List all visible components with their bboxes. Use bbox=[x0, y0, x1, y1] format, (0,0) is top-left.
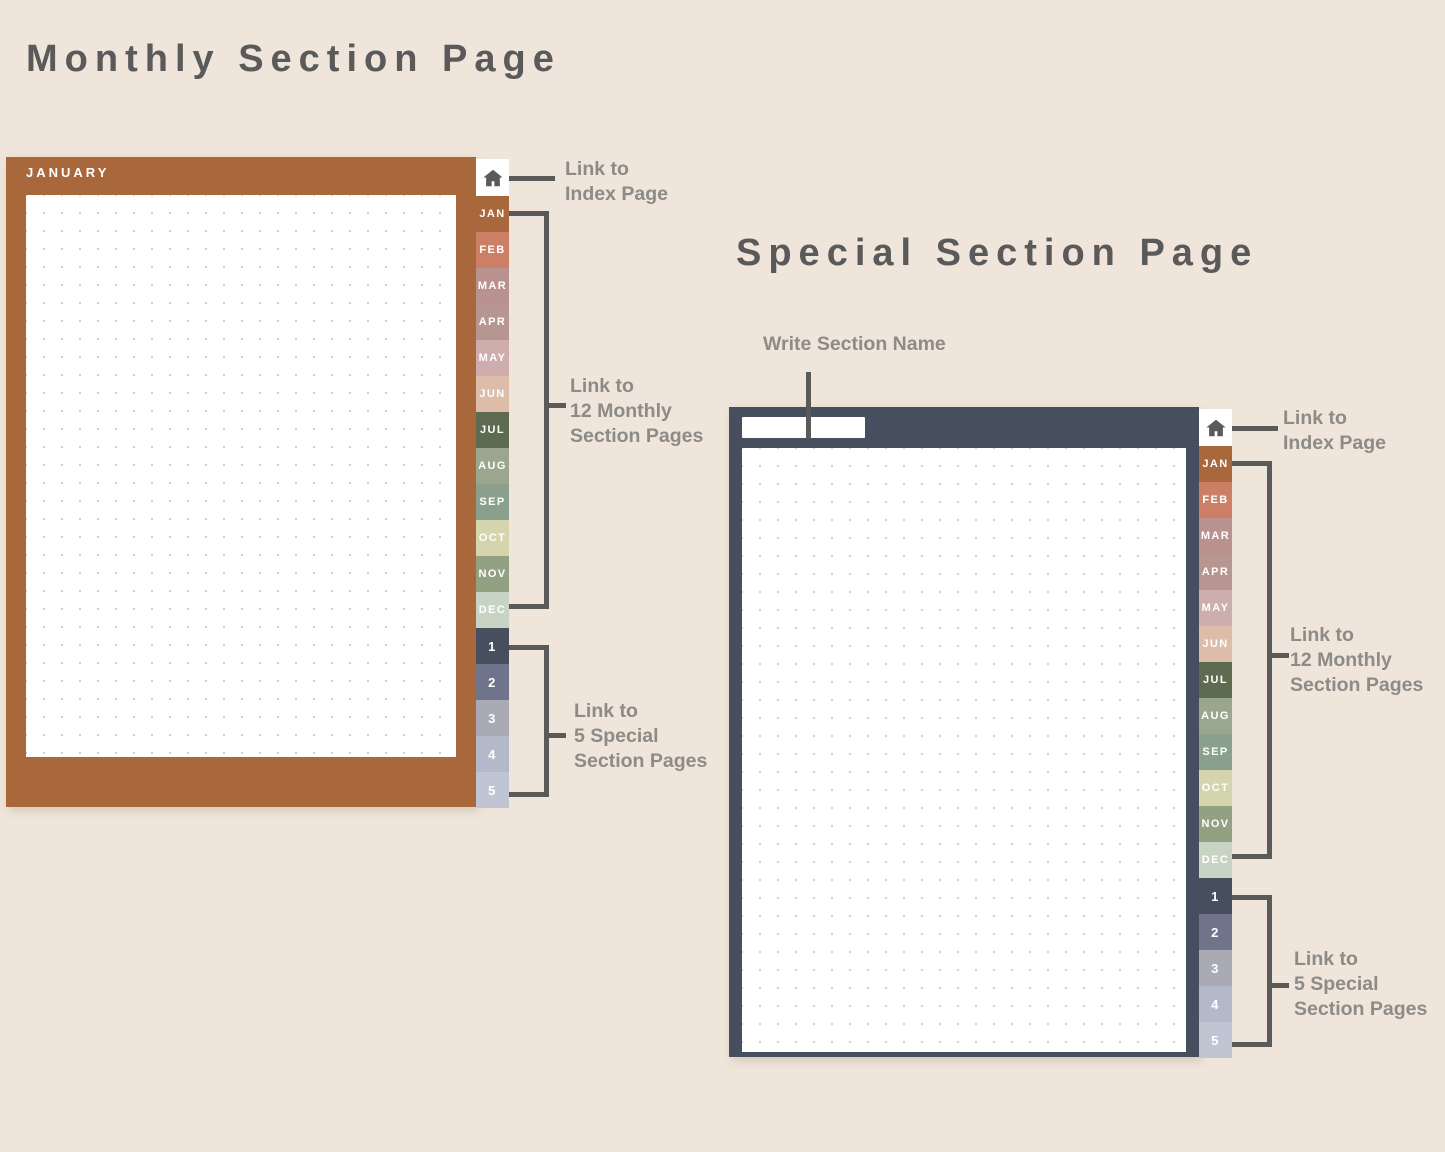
month-tab-feb[interactable]: FEB bbox=[476, 232, 509, 268]
annotation-monthly-index: Link to Index Page bbox=[565, 158, 668, 205]
monthly-planner: JANUARY bbox=[6, 157, 476, 807]
month-tab-feb[interactable]: FEB bbox=[1199, 482, 1232, 518]
month-tab-may[interactable]: MAY bbox=[1199, 590, 1232, 626]
month-tab-mar[interactable]: MAR bbox=[1199, 518, 1232, 554]
special-month-tabs: JAN FEB MAR APR MAY JUN JUL AUG SEP OCT NOV DEC bbox=[1199, 446, 1232, 878]
annotation-special-months: Link to 12 Monthly Section Pages bbox=[1290, 624, 1424, 696]
month-tab-mar[interactable]: MAR bbox=[476, 268, 509, 304]
month-tab-nov[interactable]: NOV bbox=[476, 556, 509, 592]
special-tab-1[interactable]: 1 bbox=[476, 628, 509, 664]
special-tab-2[interactable]: 2 bbox=[1199, 914, 1232, 950]
special-planner-header bbox=[729, 407, 1212, 443]
special-tab-3[interactable]: 3 bbox=[476, 700, 509, 736]
month-tab-apr[interactable]: APR bbox=[476, 304, 509, 340]
special-tab-5[interactable]: 5 bbox=[476, 772, 509, 808]
month-tab-jan[interactable]: JAN bbox=[1199, 446, 1232, 482]
annotation-special-index: Link to Index Page bbox=[1283, 407, 1386, 454]
write-name-pointer-line bbox=[806, 372, 811, 439]
home-icon bbox=[1205, 417, 1227, 439]
monthly-month-tabs: JAN FEB MAR APR MAY JUN JUL AUG SEP OCT NOV DEC bbox=[476, 196, 509, 628]
month-tab-dec[interactable]: DEC bbox=[1199, 842, 1232, 878]
monthly-planner-header: JANUARY bbox=[6, 157, 496, 187]
month-tab-oct[interactable]: OCT bbox=[476, 520, 509, 556]
month-tab-aug[interactable]: AUG bbox=[476, 448, 509, 484]
annotation-special-special: Link to 5 Special Section Pages bbox=[1294, 948, 1428, 1020]
month-tab-may[interactable]: MAY bbox=[476, 340, 509, 376]
monthly-tab-rail: JAN FEB MAR APR MAY JUN JUL AUG SEP OCT NOV DEC 123… bbox=[476, 159, 509, 808]
month-tab-sep[interactable]: SEP bbox=[1199, 734, 1232, 770]
special-tab-4[interactable]: 4 bbox=[1199, 986, 1232, 1022]
monthly-dot-grid-page bbox=[26, 195, 456, 757]
special-number-tabs: 12345 bbox=[1199, 878, 1232, 1058]
page-title-monthly: Monthly Section Page bbox=[26, 38, 561, 80]
special-tab-1[interactable]: 1 bbox=[1199, 878, 1232, 914]
annotation-write-section-name: Write Section Name bbox=[763, 333, 946, 355]
special-tab-rail: JAN FEB MAR APR MAY JUN JUL AUG SEP OCT NOV DEC 123… bbox=[1199, 409, 1232, 1058]
page-title-special: Special Section Page bbox=[736, 232, 1259, 274]
month-tab-jun[interactable]: JUN bbox=[476, 376, 509, 412]
annotation-monthly-special: Link to 5 Special Section Pages bbox=[574, 700, 708, 772]
section-name-input[interactable] bbox=[742, 416, 865, 438]
special-dot-grid-page bbox=[742, 448, 1186, 1052]
month-title: JANUARY bbox=[26, 164, 110, 180]
month-tab-jul[interactable]: JUL bbox=[1199, 662, 1232, 698]
month-tab-apr[interactable]: APR bbox=[1199, 554, 1232, 590]
month-tab-aug[interactable]: AUG bbox=[1199, 698, 1232, 734]
month-tab-dec[interactable]: DEC bbox=[476, 592, 509, 628]
month-tab-oct[interactable]: OCT bbox=[1199, 770, 1232, 806]
monthly-number-tabs: 12345 bbox=[476, 628, 509, 808]
month-tab-nov[interactable]: NOV bbox=[1199, 806, 1232, 842]
home-tab-special[interactable] bbox=[1199, 409, 1232, 446]
special-planner bbox=[729, 407, 1199, 1057]
home-icon bbox=[482, 167, 504, 189]
month-tab-jan[interactable]: JAN bbox=[476, 196, 509, 232]
special-tab-3[interactable]: 3 bbox=[1199, 950, 1232, 986]
special-tab-4[interactable]: 4 bbox=[476, 736, 509, 772]
special-tab-5[interactable]: 5 bbox=[1199, 1022, 1232, 1058]
month-tab-jul[interactable]: JUL bbox=[476, 412, 509, 448]
home-tab-monthly[interactable] bbox=[476, 159, 509, 196]
special-tab-2[interactable]: 2 bbox=[476, 664, 509, 700]
month-tab-jun[interactable]: JUN bbox=[1199, 626, 1232, 662]
annotation-monthly-months: Link to 12 Monthly Section Pages bbox=[570, 375, 704, 447]
month-tab-sep[interactable]: SEP bbox=[476, 484, 509, 520]
